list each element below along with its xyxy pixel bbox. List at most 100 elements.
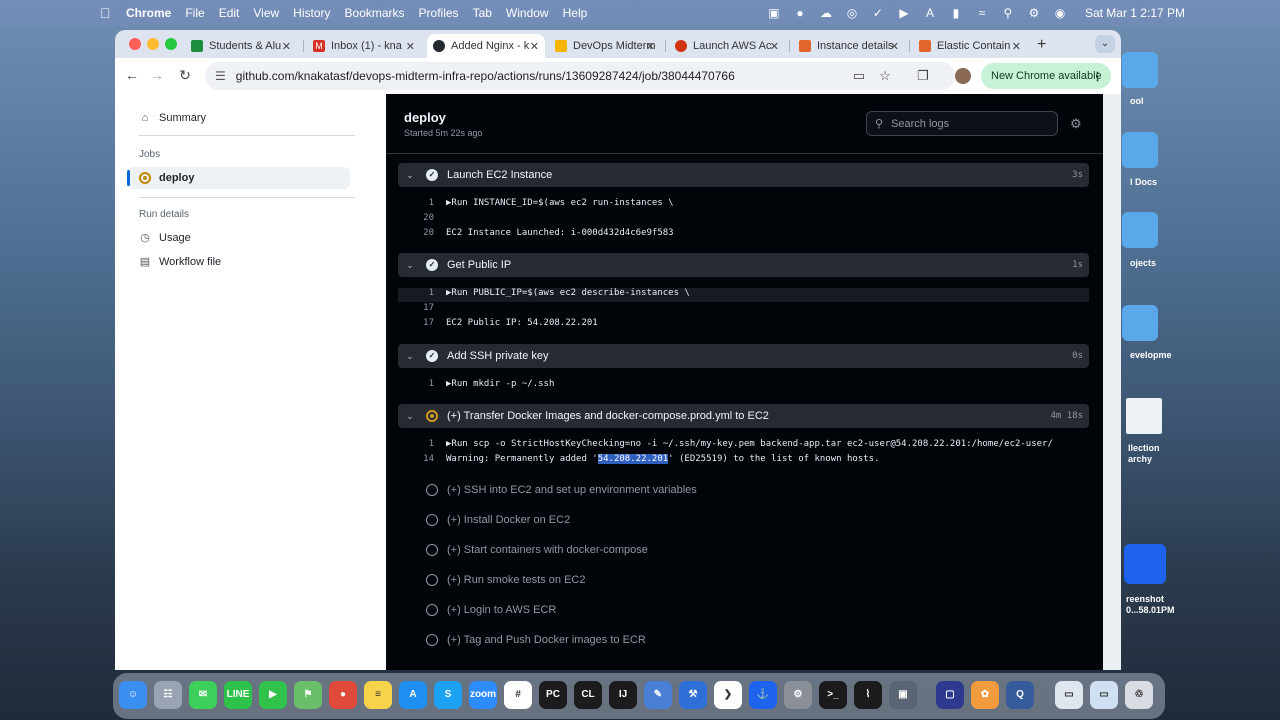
dock-slack-icon[interactable]: #	[504, 681, 532, 709]
summary-link[interactable]: ⌂ Summary	[139, 112, 206, 124]
vpn-icon[interactable]: ◎	[845, 6, 859, 20]
checkmark-status-icon[interactable]: ✓	[871, 6, 885, 20]
desktop-screenshot-icon[interactable]	[1124, 544, 1166, 584]
dock-system-settings-icon[interactable]: ⚙	[784, 681, 812, 709]
desktop-folder-icon[interactable]	[1122, 132, 1158, 168]
tab-launch-aws[interactable]: Launch AWS Ac ✕	[669, 34, 785, 58]
new-chrome-available-button[interactable]: New Chrome available ⋮	[981, 63, 1111, 89]
dock-screen-share-icon[interactable]: ▢	[936, 681, 964, 709]
menu-help[interactable]: Help	[563, 6, 588, 20]
dock-intellij-icon[interactable]: IJ	[609, 681, 637, 709]
menu-clock[interactable]: Sat Mar 1 2:17 PM	[1085, 6, 1185, 20]
desktop-folder-icon[interactable]	[1122, 52, 1158, 88]
dock-maps-icon[interactable]: ⚑	[294, 681, 322, 709]
tab-devops-midterm[interactable]: DevOps Midterm ✕	[549, 34, 661, 58]
dock-chrome-icon[interactable]: ●	[329, 681, 357, 709]
step-queued[interactable]: (+) Login to AWS ECR	[426, 604, 556, 616]
tab-students-alumni[interactable]: Students & Alu ✕	[185, 34, 297, 58]
dock-finder-icon[interactable]: ☺	[119, 681, 147, 709]
apple-menu-icon[interactable]: 	[100, 6, 114, 20]
close-icon[interactable]: ✕	[406, 40, 415, 53]
log-line[interactable]: 14 Warning: Permanently added '54.208.22…	[398, 454, 1089, 468]
log-line[interactable]: 1 ▶Run PUBLIC_IP=$(aws ec2 describe-insta…	[398, 288, 1089, 302]
workflow-file-link[interactable]: ▤ Workflow file	[139, 256, 221, 268]
dock-launchpad-icon[interactable]: ☷	[154, 681, 182, 709]
spotlight-search-icon[interactable]: ⚲	[1001, 6, 1015, 20]
forward-button[interactable]: →	[148, 67, 166, 83]
back-button[interactable]: ←	[123, 67, 141, 83]
dock-trash-icon[interactable]: ♲	[1125, 681, 1153, 709]
battery-icon[interactable]: ▮	[949, 6, 963, 20]
step-transfer-docker-images[interactable]: ⌄ (+) Transfer Docker Images and docker-…	[398, 404, 1089, 428]
control-center-icon[interactable]: ⚙	[1027, 6, 1041, 20]
dock-pycharm-icon[interactable]: PC	[539, 681, 567, 709]
minimize-window-button[interactable]	[147, 38, 159, 50]
close-icon[interactable]: ✕	[282, 40, 291, 53]
menu-edit[interactable]: Edit	[219, 6, 240, 20]
more-options-icon[interactable]: ⋮	[1092, 70, 1103, 83]
weather-icon[interactable]: ☁	[819, 6, 833, 20]
tab-search-button[interactable]: ⌄	[1095, 35, 1115, 53]
address-bar[interactable]: ☰ github.com/knakatasf/devops-midterm-in…	[205, 62, 955, 90]
step-launch-ec2[interactable]: ⌄ ✓ Launch EC2 Instance 3s	[398, 163, 1089, 187]
dock-quicktime-icon[interactable]: Q	[1006, 681, 1034, 709]
search-logs-input[interactable]: ⚲ Search logs	[866, 111, 1058, 136]
dock-photos-icon[interactable]: ✿	[971, 681, 999, 709]
extensions-icon[interactable]: ❐	[915, 68, 931, 84]
reload-button[interactable]: ↻	[176, 67, 194, 84]
wifi-icon[interactable]: ≈	[975, 6, 989, 20]
log-line[interactable]: 20 EC2 Instance Launched: i-000d432d4c6e9…	[398, 228, 1089, 242]
input-source-icon[interactable]: A	[923, 6, 937, 20]
step-queued[interactable]: (+) Tag and Push Docker images to ECR	[426, 634, 646, 646]
log-line[interactable]: 1 ▶Run scp -o StrictHostKeyChecking=no -i…	[398, 439, 1089, 453]
log-line[interactable]: 17	[398, 303, 1089, 317]
new-tab-button[interactable]: +	[1037, 36, 1046, 54]
dock-notes-icon[interactable]: ≡	[364, 681, 392, 709]
dock-downloads-icon[interactable]: ▭	[1055, 681, 1083, 709]
dock-screenshot-icon[interactable]: ▣	[889, 681, 917, 709]
messages-status-icon[interactable]: ●	[793, 6, 807, 20]
log-line[interactable]: 20	[398, 213, 1089, 227]
dock-xcode-icon[interactable]: ⚒	[679, 681, 707, 709]
menu-view[interactable]: View	[253, 6, 279, 20]
log-line[interactable]: 1 ▶Run mkdir -p ~/.ssh	[398, 379, 1089, 393]
menu-bookmarks[interactable]: Bookmarks	[345, 6, 405, 20]
install-app-icon[interactable]: ▭	[851, 68, 867, 84]
menu-profiles[interactable]: Profiles	[419, 6, 459, 20]
desktop-folder-icon[interactable]	[1122, 212, 1158, 248]
site-info-icon[interactable]: ☰	[215, 69, 226, 83]
play-status-icon[interactable]: ▶	[897, 6, 911, 20]
log-line[interactable]: 1 ▶Run INSTANCE_ID=$(aws ec2 run-instance…	[398, 198, 1089, 212]
close-icon[interactable]: ✕	[770, 40, 779, 53]
dock-vscode-icon[interactable]: ❯	[714, 681, 742, 709]
dock-facetime-icon[interactable]: ▶	[259, 681, 287, 709]
menu-tab[interactable]: Tab	[473, 6, 492, 20]
step-get-public-ip[interactable]: ⌄ ✓ Get Public IP 1s	[398, 253, 1089, 277]
menu-history[interactable]: History	[293, 6, 330, 20]
menu-app-name[interactable]: Chrome	[126, 6, 171, 20]
tab-added-nginx[interactable]: Added Nginx - k ✕	[427, 34, 545, 58]
close-window-button[interactable]	[129, 38, 141, 50]
step-queued[interactable]: (+) Install Docker on EC2	[426, 514, 570, 526]
dock-terminal-icon[interactable]: >_	[819, 681, 847, 709]
dock-docker-icon[interactable]: ⚓	[749, 681, 777, 709]
usage-link[interactable]: ◷ Usage	[139, 232, 191, 244]
close-icon[interactable]: ✕	[1012, 40, 1021, 53]
close-icon[interactable]: ✕	[646, 40, 655, 53]
step-queued[interactable]: (+) Run smoke tests on EC2	[426, 574, 585, 586]
dock-messages-icon[interactable]: ✉	[189, 681, 217, 709]
step-queued[interactable]: (+) Start containers with docker-compose	[426, 544, 648, 556]
dock-clion-icon[interactable]: CL	[574, 681, 602, 709]
screen-record-icon[interactable]: ▣	[767, 6, 781, 20]
job-deploy-link[interactable]: deploy	[139, 172, 194, 184]
step-add-ssh-key[interactable]: ⌄ ✓ Add SSH private key 0s	[398, 344, 1089, 368]
dock-skype-icon[interactable]: S	[434, 681, 462, 709]
tab-instance-details[interactable]: Instance details ✕	[793, 34, 905, 58]
profile-avatar[interactable]	[955, 68, 971, 84]
siri-icon[interactable]: ◉	[1053, 6, 1067, 20]
zoom-window-button[interactable]	[165, 38, 177, 50]
bookmark-star-icon[interactable]: ☆	[877, 68, 893, 84]
dock-zoom-icon[interactable]: zoom	[469, 681, 497, 709]
dock-app-store-icon[interactable]: A	[399, 681, 427, 709]
desktop-document-icon[interactable]	[1126, 398, 1162, 434]
